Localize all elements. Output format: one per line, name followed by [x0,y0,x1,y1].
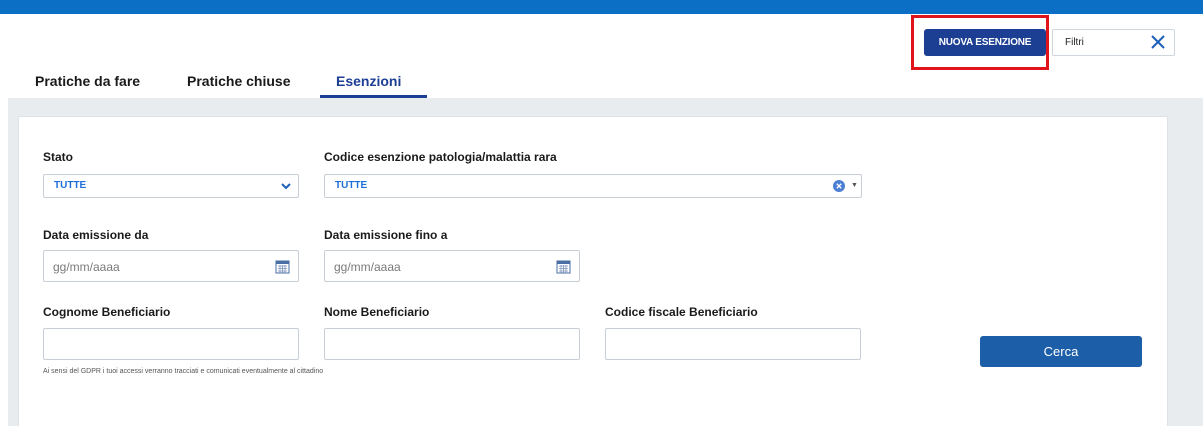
codice-select[interactable]: TUTTE [324,174,862,198]
calendar-icon[interactable] [556,259,571,274]
cognome-field[interactable] [43,328,299,360]
codice-fiscale-field[interactable] [605,328,861,360]
cognome-label: Cognome Beneficiario [43,305,171,319]
codice-label: Codice esenzione patologia/malattia rara [324,150,557,164]
caret-down-icon[interactable]: ▼ [851,182,858,189]
stato-label: Stato [43,150,73,164]
new-exemption-button[interactable]: NUOVA ESENZIONE [924,29,1046,56]
data-a-label: Data emissione fino a [324,228,448,242]
tab-esenzioni[interactable]: Esenzioni [336,73,401,89]
search-button[interactable]: Cerca [980,336,1142,367]
calendar-icon[interactable] [275,259,290,274]
filters-box[interactable]: Filtri [1052,29,1175,56]
gdpr-notice: Ai sensi del GDPR i tuoi accessi verrann… [43,368,324,375]
nome-field[interactable] [324,328,580,360]
stato-value: TUTTE [54,180,87,191]
top-accent-bar [0,0,1203,14]
data-da-label: Data emissione da [43,228,149,242]
codice-value: TUTTE [335,180,368,191]
tab-pratiche-da-fare[interactable]: Pratiche da fare [35,73,140,89]
nome-label: Nome Beneficiario [324,305,430,319]
data-da-field[interactable]: gg/mm/aaaa [43,250,299,282]
clear-circle-icon[interactable] [833,180,845,192]
data-da-placeholder: gg/mm/aaaa [53,260,120,274]
stato-select[interactable]: TUTTE [43,174,299,198]
chevron-down-icon [281,183,291,190]
close-icon[interactable] [1149,33,1167,51]
filters-label: Filtri [1065,37,1084,48]
codice-fiscale-label: Codice fiscale Beneficiario [605,305,758,319]
tab-pratiche-chiuse[interactable]: Pratiche chiuse [187,73,291,89]
data-a-placeholder: gg/mm/aaaa [334,260,401,274]
data-a-field[interactable]: gg/mm/aaaa [324,250,580,282]
